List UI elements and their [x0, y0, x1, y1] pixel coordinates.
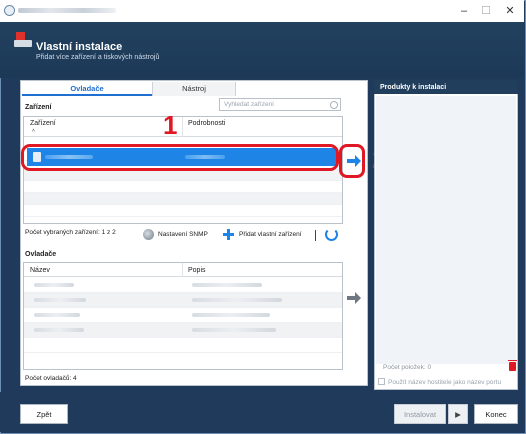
table-row[interactable]	[24, 323, 342, 338]
end-button[interactable]: Konec	[474, 404, 518, 424]
maximize-button[interactable]: ☐	[476, 3, 496, 19]
hostname-checkbox[interactable]	[378, 378, 385, 385]
plus-icon[interactable]	[223, 229, 234, 240]
trash-icon[interactable]	[508, 360, 517, 371]
add-custom-device-link[interactable]: Přidat vlastní zařízení	[239, 231, 302, 238]
column-header-description[interactable]: Popis	[188, 267, 206, 274]
page-subtitle: Přidat více zařízení a tiskových nástroj…	[36, 54, 160, 61]
devices-section-label: Zařízení	[25, 104, 52, 111]
close-button[interactable]: ✕	[500, 3, 520, 19]
page-title: Vlastní instalace	[36, 41, 123, 53]
refresh-icon[interactable]	[325, 228, 338, 241]
sort-ascending-icon: ˄	[32, 128, 35, 134]
install-options-button[interactable]: ▶	[448, 404, 468, 424]
products-count: Počet položek: 0	[383, 364, 432, 371]
snmp-settings-icon[interactable]	[143, 229, 154, 240]
search-icon[interactable]	[328, 100, 339, 109]
printer-install-icon	[14, 32, 32, 47]
table-row	[24, 181, 342, 193]
driver-table: Název Popis	[23, 262, 343, 370]
table-row	[24, 205, 342, 217]
table-row	[24, 338, 342, 353]
callout-highlight-device	[21, 144, 339, 171]
products-list[interactable]	[376, 96, 516, 364]
install-button[interactable]: Instalovat	[394, 404, 446, 424]
tab-drivers[interactable]: Ovladače	[22, 82, 152, 96]
device-search-input[interactable]: Vyhledat zařízení	[219, 98, 341, 111]
callout-highlight-arrow	[339, 144, 365, 178]
table-row	[24, 193, 342, 205]
tab-tools[interactable]: Nástroj	[152, 82, 236, 96]
column-header-details[interactable]: Podrobnosti	[188, 120, 225, 127]
snmp-settings-link[interactable]: Nastavení SNMP	[158, 231, 208, 238]
driver-count: Počet ovladačů: 4	[25, 375, 77, 382]
add-driver-arrow-icon[interactable]	[346, 292, 362, 304]
table-row[interactable]	[24, 278, 342, 293]
column-header-name[interactable]: Název	[30, 267, 50, 274]
minimize-button[interactable]: –	[454, 3, 474, 19]
toolbar-divider	[315, 230, 316, 241]
search-placeholder: Vyhledat zařízení	[224, 101, 274, 108]
column-header-device[interactable]: Zařízení	[30, 120, 56, 127]
drivers-section-label: Ovladače	[25, 251, 57, 258]
device-table-header: Zařízení ˄ Podrobnosti	[24, 117, 342, 137]
selected-device-count: Počet vybraných zařízení: 1 z 2	[25, 229, 116, 236]
hostname-checkbox-label: Použít název hostitele jako název portu	[388, 379, 502, 386]
back-button[interactable]: Zpět	[20, 404, 68, 424]
driver-table-header: Název Popis	[24, 263, 342, 277]
table-row[interactable]	[24, 308, 342, 323]
app-icon	[4, 5, 15, 16]
table-row[interactable]	[24, 293, 342, 308]
products-title: Produkty k instalaci	[380, 84, 447, 91]
window-title-redacted	[18, 8, 116, 13]
callout-number-1: 1	[163, 110, 178, 140]
